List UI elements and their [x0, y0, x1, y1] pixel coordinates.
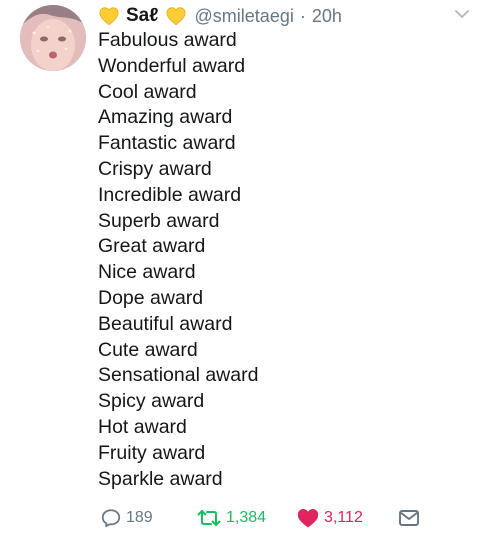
chevron-down-icon[interactable] [454, 8, 470, 20]
timestamp[interactable]: 20h [312, 6, 342, 27]
tweet-line: Great award [98, 235, 206, 258]
reply-count: 189 [126, 509, 153, 526]
like-count: 3,112 [324, 509, 363, 526]
tweet-line: Beautiful award [98, 312, 233, 335]
tweet-line: Nice award [98, 261, 196, 284]
retweet-icon [196, 507, 222, 529]
tweet-line: Fabulous award [98, 29, 237, 51]
tweet-line: Incredible award [98, 183, 242, 206]
tweet-line: Fantastic award [98, 132, 236, 155]
tweet-line: Superb award [98, 209, 220, 232]
tweet-line: Dope award [98, 286, 204, 309]
yellow-heart-icon [165, 5, 187, 27]
envelope-icon [398, 508, 420, 528]
reply-button[interactable]: 189 [100, 504, 153, 532]
tweet-header: Saℓ @smiletaegi · 20h [98, 2, 342, 30]
retweet-button[interactable]: 1,384 [196, 504, 266, 532]
tweet-line: Spicy award [98, 390, 205, 413]
display-name[interactable]: Saℓ [126, 5, 159, 27]
separator-dot: · [299, 5, 306, 26]
tweet-line: Crispy award [98, 157, 212, 180]
reply-icon [100, 507, 122, 529]
user-handle[interactable]: @smiletaegi [195, 6, 294, 27]
direct-message-button[interactable] [398, 504, 420, 532]
retweet-count: 1,384 [226, 509, 267, 526]
tweet-line: Fruity award [98, 441, 206, 464]
tweet-actions: 189 1,384 3,112 [98, 504, 428, 532]
tweet-line: Amazing award [98, 106, 233, 129]
tweet-line: Wonderful award [98, 54, 246, 77]
like-button[interactable]: 3,112 [296, 504, 363, 532]
tweet-line: Hot award [98, 415, 187, 438]
tweet-line: Cool award [98, 80, 197, 103]
tweet-text: Fabulous award Wonderful award Cool awar… [98, 28, 258, 492]
tweet-line: Sparkle award [98, 467, 223, 490]
tweet-line: Sensational award [98, 364, 259, 387]
avatar[interactable] [20, 5, 86, 71]
tweet-line: Cute award [98, 338, 198, 361]
heart-icon [296, 507, 320, 529]
yellow-heart-icon [98, 5, 120, 27]
